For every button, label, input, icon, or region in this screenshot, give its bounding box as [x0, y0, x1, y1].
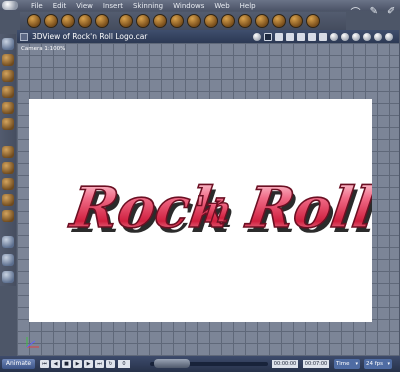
camera-label: Camera 1:100% — [21, 46, 66, 52]
go-end-icon[interactable]: ⏭ — [95, 360, 104, 368]
window-title: 3DView of Rock'n Roll Logo.car — [32, 32, 148, 41]
twist-icon[interactable] — [2, 146, 14, 158]
path-icon[interactable] — [255, 14, 269, 28]
object-toolbar — [20, 12, 346, 30]
frame-input[interactable]: 0 — [118, 360, 130, 368]
app-logo-icon — [2, 1, 18, 10]
rotate-icon[interactable] — [2, 70, 14, 82]
bounding-icon[interactable] — [363, 32, 371, 41]
shade-flat-icon[interactable] — [286, 32, 294, 41]
rock-n-roll-logo[interactable]: Rock 'n Roll Rock 'n Roll — [29, 99, 372, 322]
gear-icon[interactable] — [289, 14, 303, 28]
view-window-titlebar[interactable]: 3DView of Rock'n Roll Logo.car — [17, 30, 399, 43]
sphere-view-icon[interactable] — [385, 32, 393, 41]
menu-skinning[interactable]: Skinning — [133, 2, 163, 10]
squash-icon[interactable] — [2, 178, 14, 190]
time-slider[interactable] — [150, 359, 268, 368]
cube-icon[interactable] — [44, 14, 58, 28]
box-icon[interactable] — [2, 210, 14, 222]
light-icon[interactable] — [119, 14, 133, 28]
scale-icon[interactable] — [2, 86, 14, 98]
effect-icon[interactable] — [272, 14, 286, 28]
transport-controls: ⏮ ◀ ■ ▶ ▶ ⏭ ↻ — [40, 360, 115, 368]
morph-icon[interactable] — [170, 14, 184, 28]
view-controls — [253, 32, 393, 41]
render-icon[interactable] — [306, 14, 320, 28]
menu-windows[interactable]: Windows — [173, 2, 204, 10]
wand-icon[interactable] — [2, 118, 14, 130]
cone-icon[interactable] — [78, 14, 92, 28]
render-quality-icon[interactable] — [253, 32, 261, 41]
hand-icon[interactable] — [2, 254, 14, 266]
logo-word-n: 'n — [190, 188, 233, 231]
camera-icon[interactable] — [136, 14, 150, 28]
deformer-icon[interactable] — [238, 14, 252, 28]
link-icon[interactable] — [221, 14, 235, 28]
top-right-tools: ⌒ ✎ ✐ — [346, 0, 400, 22]
current-time-field[interactable]: 00:00:00 — [272, 360, 298, 368]
menu-help[interactable]: Help — [240, 2, 256, 10]
close-icon[interactable] — [20, 32, 28, 41]
menu-insert[interactable]: Insert — [103, 2, 123, 10]
shade-smooth-icon[interactable] — [297, 32, 305, 41]
menu-edit[interactable]: Edit — [53, 2, 67, 10]
3d-viewport[interactable]: Camera 1:100% Rock 'n Roll Rock 'n Roll — [17, 43, 399, 356]
group-icon[interactable] — [153, 14, 167, 28]
render-preview-icon[interactable] — [374, 32, 382, 41]
menu-bar: File Edit View Insert Skinning Windows W… — [0, 0, 400, 11]
menu-web[interactable]: Web — [214, 2, 229, 10]
animate-button[interactable]: Animate — [2, 359, 35, 369]
close-view-icon[interactable] — [264, 32, 272, 41]
menu-file[interactable]: File — [31, 2, 43, 10]
camera-view-icon[interactable] — [2, 236, 14, 248]
loop-icon[interactable]: ↻ — [106, 360, 115, 368]
grid-icon[interactable] — [352, 32, 360, 41]
shade-wire-icon[interactable] — [275, 32, 283, 41]
move-icon[interactable] — [2, 54, 14, 66]
bend-icon[interactable] — [2, 102, 14, 114]
cylinder-icon[interactable] — [61, 14, 75, 28]
render-canvas[interactable]: Rock 'n Roll Rock 'n Roll — [29, 99, 372, 322]
menu-view[interactable]: View — [76, 2, 93, 10]
lighting-icon[interactable] — [330, 32, 338, 41]
pen-icon[interactable]: ✎ — [370, 6, 378, 17]
fps-select[interactable]: 24 fps — [364, 359, 392, 369]
time-mode-select[interactable]: Time — [334, 359, 360, 369]
step-back-icon[interactable]: ◀ — [51, 360, 60, 368]
timeline-bar: Animate ⏮ ◀ ■ ▶ ▶ ⏭ ↻ 0 00:00:00 00:07:0… — [0, 356, 400, 372]
go-start-icon[interactable]: ⏮ — [40, 360, 49, 368]
logo-word-roll: Roll — [241, 175, 372, 241]
time-slider-thumb[interactable] — [154, 359, 190, 368]
step-forward-icon[interactable]: ▶ — [84, 360, 93, 368]
end-time-field[interactable]: 00:07:00 — [303, 360, 329, 368]
tool-palette — [0, 34, 16, 286]
sphere-icon[interactable] — [27, 14, 41, 28]
skin-icon[interactable] — [204, 14, 218, 28]
bone-icon[interactable] — [187, 14, 201, 28]
shade-texture-icon[interactable] — [308, 32, 316, 41]
torus-icon[interactable] — [95, 14, 109, 28]
select-arrow-icon[interactable] — [2, 38, 14, 50]
axis-gizmo-icon — [26, 337, 39, 348]
shade-box-icon[interactable] — [319, 32, 327, 41]
taper-icon[interactable] — [2, 162, 14, 174]
brush-icon[interactable]: ⌒ — [351, 4, 361, 19]
stop-icon[interactable]: ■ — [62, 360, 71, 368]
quill-icon[interactable]: ✐ — [387, 6, 395, 17]
shadow-icon[interactable] — [341, 32, 349, 41]
extrude-icon[interactable] — [2, 194, 14, 206]
play-icon[interactable]: ▶ — [73, 360, 82, 368]
zoom-icon[interactable] — [2, 271, 14, 283]
